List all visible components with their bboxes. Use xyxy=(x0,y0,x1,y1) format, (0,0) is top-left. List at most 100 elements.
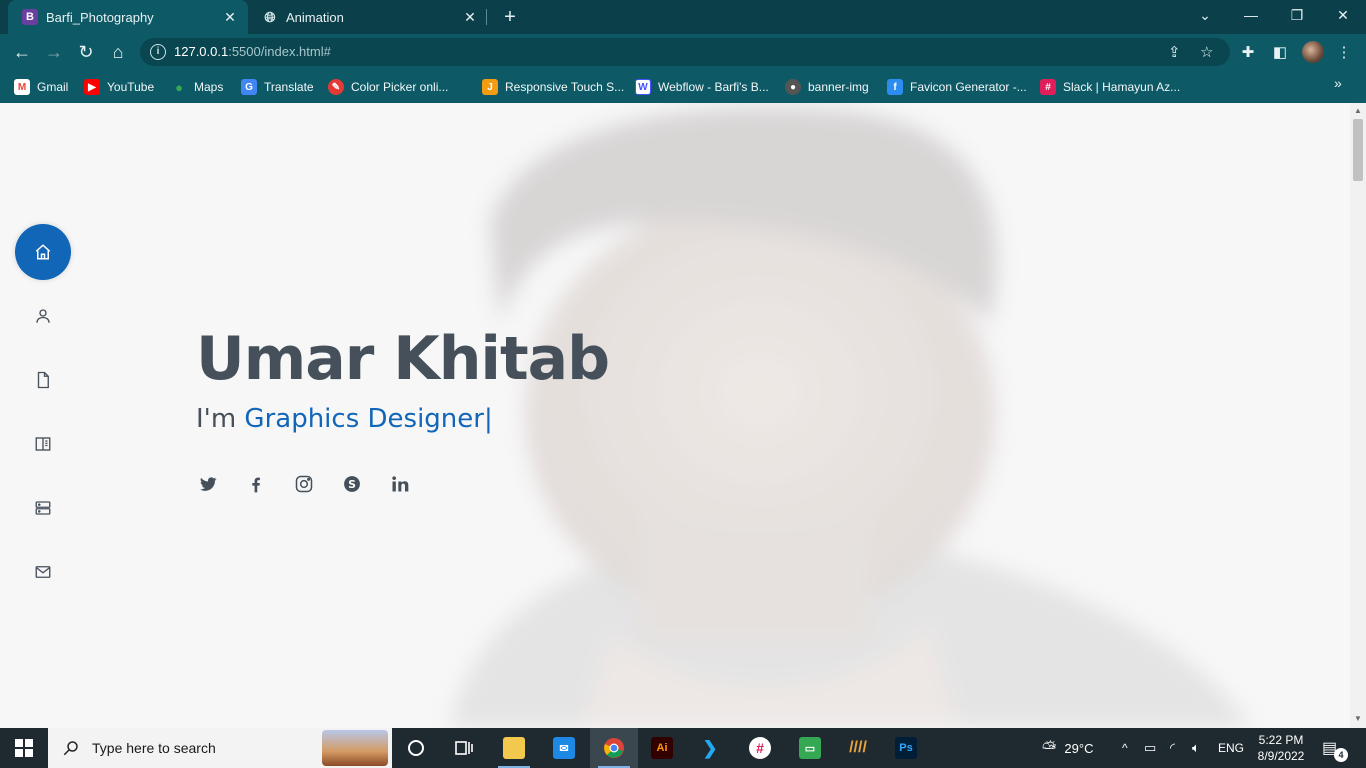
vscode-app[interactable]: ❯ xyxy=(686,728,734,768)
task-view-button[interactable] xyxy=(440,728,488,768)
start-button[interactable] xyxy=(0,728,48,768)
vscode-icon: ❯ xyxy=(702,737,718,758)
notification-center-button[interactable]: ▤ 4 xyxy=(1322,738,1348,762)
slack-app[interactable]: # xyxy=(736,728,784,768)
bookmark-banner-img[interactable]: ● banner-img xyxy=(785,77,869,97)
tab-title: Barfi_Photography xyxy=(46,9,154,25)
webflow-icon: W xyxy=(635,79,651,95)
skype-icon: S xyxy=(344,476,360,492)
svg-text:S: S xyxy=(348,478,356,491)
bookmark-label: Gmail xyxy=(37,80,69,94)
bookmark-webflow[interactable]: W Webflow - Barfi's B... xyxy=(635,77,769,97)
globe-icon: 🌐︎ xyxy=(264,8,276,25)
chat-app[interactable]: ▭ xyxy=(786,728,834,768)
language-indicator[interactable]: ENG xyxy=(1218,728,1244,768)
bookmark-star-icon[interactable]: ☆ xyxy=(1200,43,1213,61)
linkedin-icon xyxy=(392,476,409,492)
bookmark-responsive-touch[interactable]: J Responsive Touch S... xyxy=(482,77,624,97)
chrome-app[interactable] xyxy=(590,728,638,768)
chrome-icon xyxy=(604,738,624,758)
linkedin-link[interactable] xyxy=(388,472,412,496)
address-bar[interactable]: i 127.0.0.1:5500/index.html# ⇪ ☆ xyxy=(140,38,1230,66)
instagram-icon xyxy=(295,475,313,493)
scroll-down-icon[interactable]: ▼ xyxy=(1354,714,1362,723)
file-explorer-app[interactable] xyxy=(490,728,538,768)
bookmark-slack[interactable]: # Slack | Hamayun Az... xyxy=(1040,77,1180,97)
wps-app[interactable]: //// xyxy=(834,728,882,768)
extensions-puzzle-icon[interactable]: ✚ xyxy=(1238,42,1258,62)
bookmark-label: Responsive Touch S... xyxy=(505,80,625,94)
bookmark-label: banner-img xyxy=(808,80,869,94)
nav-resume-button[interactable] xyxy=(15,352,71,408)
side-panel-icon[interactable]: ◧ xyxy=(1270,42,1290,62)
home-button-icon[interactable]: ⌂ xyxy=(104,38,132,66)
mail-icon: ✉ xyxy=(553,737,575,759)
skype-link[interactable]: S xyxy=(340,472,364,496)
notification-count: 4 xyxy=(1334,748,1348,762)
photoshop-icon: Ps xyxy=(895,737,917,759)
page-scrollbar[interactable]: ▲ ▼ xyxy=(1350,103,1366,728)
illustrator-icon: Ai xyxy=(651,737,673,759)
close-icon[interactable]: ✕ xyxy=(462,9,478,26)
bookmark-favicon-generator[interactable]: f Favicon Generator -... xyxy=(887,77,1027,97)
mail-app[interactable]: ✉ xyxy=(540,728,588,768)
weather-temp: 29°C xyxy=(1064,740,1094,756)
new-tab-button[interactable]: + xyxy=(498,5,522,29)
close-icon[interactable]: ✕ xyxy=(222,9,238,26)
envelope-icon xyxy=(35,566,51,578)
hero-intro: I'm xyxy=(196,404,245,434)
instagram-link[interactable] xyxy=(292,472,316,496)
bookmark-translate[interactable]: G Translate xyxy=(241,77,314,97)
bookmarks-overflow-icon[interactable]: » xyxy=(1334,75,1342,91)
browser-toolbar: ← → ↻ ⌂ i 127.0.0.1:5500/index.html# ⇪ ☆… xyxy=(0,34,1366,70)
bookmark-label: Favicon Generator -... xyxy=(910,80,1027,94)
nav-about-button[interactable] xyxy=(15,288,71,344)
twitter-link[interactable] xyxy=(196,472,220,496)
illustrator-app[interactable]: Ai xyxy=(638,728,686,768)
color-picker-icon: ✎ xyxy=(328,79,344,95)
cortana-button[interactable] xyxy=(392,728,440,768)
hero-role: Graphics Designer xyxy=(244,404,484,434)
slack-taskbar-icon: # xyxy=(749,737,771,759)
taskbar-search-box[interactable]: Type here to search xyxy=(48,728,392,768)
scrollbar-thumb[interactable] xyxy=(1353,119,1363,181)
bookmark-gmail[interactable]: M Gmail xyxy=(14,77,68,97)
bookmark-color-picker[interactable]: ✎ Color Picker onli... xyxy=(328,77,448,97)
menu-kebab-icon[interactable]: ⋮ xyxy=(1334,42,1354,62)
weather-widget[interactable]: ⛅︎ 29°C xyxy=(1042,728,1093,768)
battery-icon[interactable]: ▭ xyxy=(1144,728,1156,768)
twitter-icon xyxy=(200,477,217,491)
forward-arrow-icon[interactable]: → xyxy=(40,38,68,66)
show-hidden-icons[interactable]: ^ xyxy=(1122,728,1128,768)
tab-barfi-photography[interactable]: B Barfi_Photography ✕ xyxy=(8,0,248,34)
scroll-up-icon[interactable]: ▲ xyxy=(1354,106,1362,115)
volume-icon[interactable]: 🔈︎ xyxy=(1192,728,1200,768)
tab-strip: B Barfi_Photography ✕ 🌐︎ Animation ✕ + ⌄… xyxy=(0,0,1366,34)
reload-icon[interactable]: ↻ xyxy=(72,38,100,66)
photoshop-app[interactable]: Ps xyxy=(882,728,930,768)
nav-portfolio-button[interactable] xyxy=(15,416,71,472)
slack-icon: # xyxy=(1040,79,1056,95)
system-clock[interactable]: 5:22 PM 8/9/2022 xyxy=(1250,732,1312,764)
window-close-button[interactable]: ✕ xyxy=(1320,0,1366,30)
tab-search-chevron-icon[interactable]: ⌄ xyxy=(1182,0,1228,30)
minimize-button[interactable]: — xyxy=(1228,0,1274,30)
profile-avatar[interactable] xyxy=(1302,41,1324,63)
nav-contact-button[interactable] xyxy=(15,544,71,600)
restore-button[interactable]: ❐ xyxy=(1274,0,1320,30)
facebook-link[interactable] xyxy=(244,472,268,496)
translate-icon: G xyxy=(241,79,257,95)
bookmark-maps[interactable]: ● Maps xyxy=(171,77,223,97)
back-arrow-icon[interactable]: ← xyxy=(8,38,36,66)
tab-animation[interactable]: 🌐︎ Animation ✕ xyxy=(248,0,488,34)
bookmark-youtube[interactable]: ▶ YouTube xyxy=(84,77,154,97)
site-info-icon[interactable]: i xyxy=(150,44,166,60)
url-text[interactable]: 127.0.0.1:5500/index.html# xyxy=(174,44,331,59)
nav-home-button[interactable] xyxy=(15,224,71,280)
share-icon[interactable]: ⇪ xyxy=(1168,43,1181,61)
wifi-icon[interactable]: ◜ xyxy=(1170,728,1175,768)
nav-services-button[interactable] xyxy=(15,480,71,536)
bookmark-label: YouTube xyxy=(107,80,155,94)
jsfiddle-icon: J xyxy=(482,79,498,95)
search-highlight-image xyxy=(322,730,388,766)
